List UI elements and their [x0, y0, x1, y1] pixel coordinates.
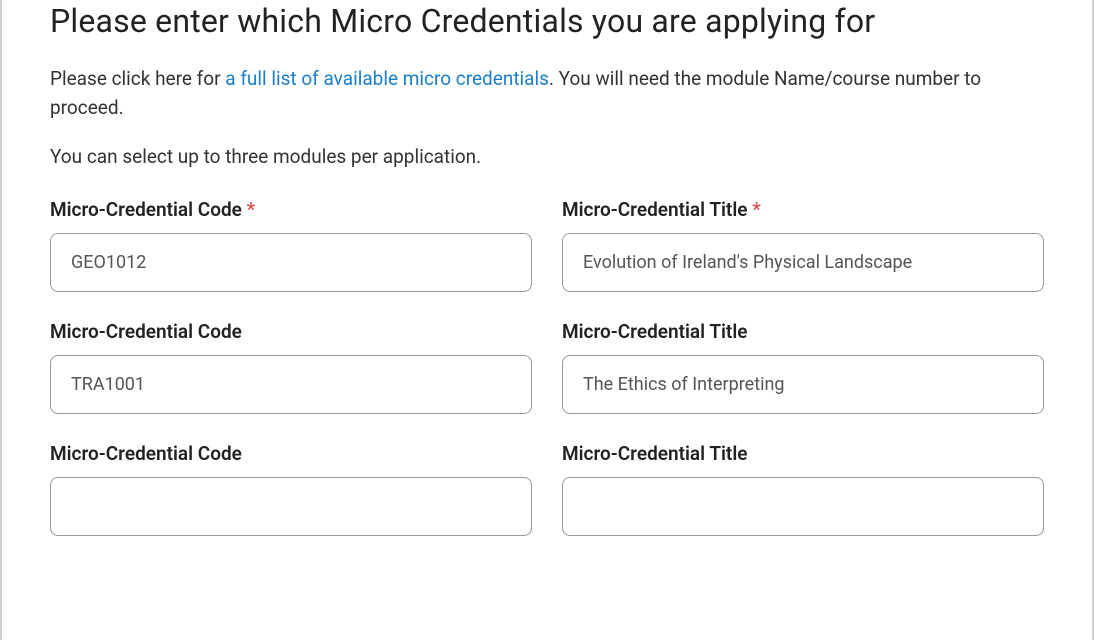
credential-title-field-3: Micro-Credential Title [562, 442, 1044, 536]
form-page: Please enter which Micro Credentials you… [0, 0, 1094, 640]
credential-title-label-1: Micro-Credential Title * [562, 198, 1044, 221]
credentials-list-link[interactable]: a full list of available micro credentia… [225, 67, 549, 90]
credentials-form-grid: Micro-Credential Code * Micro-Credential… [50, 198, 1044, 536]
credential-code-input-3[interactable] [50, 477, 532, 536]
page-title: Please enter which Micro Credentials you… [50, 0, 1044, 64]
credential-code-field-2: Micro-Credential Code [50, 320, 532, 414]
required-mark: * [247, 198, 256, 221]
credential-code-input-1[interactable] [50, 233, 532, 292]
credential-code-field-1: Micro-Credential Code * [50, 198, 532, 292]
credential-title-label-3: Micro-Credential Title [562, 442, 1044, 465]
credential-code-label-1: Micro-Credential Code * [50, 198, 532, 221]
credential-title-label-2: Micro-Credential Title [562, 320, 1044, 343]
credential-title-input-1[interactable] [562, 233, 1044, 292]
intro-prefix: Please click here for [50, 67, 225, 90]
required-mark: * [752, 198, 761, 221]
credential-code-label-3: Micro-Credential Code [50, 442, 532, 465]
credential-code-field-3: Micro-Credential Code [50, 442, 532, 536]
credential-title-input-2[interactable] [562, 355, 1044, 414]
intro-text: Please click here for a full list of ava… [50, 64, 1044, 123]
credential-title-field-2: Micro-Credential Title [562, 320, 1044, 414]
credential-code-input-2[interactable] [50, 355, 532, 414]
credential-title-field-1: Micro-Credential Title * [562, 198, 1044, 292]
credential-title-input-3[interactable] [562, 477, 1044, 536]
selection-note: You can select up to three modules per a… [50, 145, 1044, 168]
credential-code-label-2: Micro-Credential Code [50, 320, 532, 343]
